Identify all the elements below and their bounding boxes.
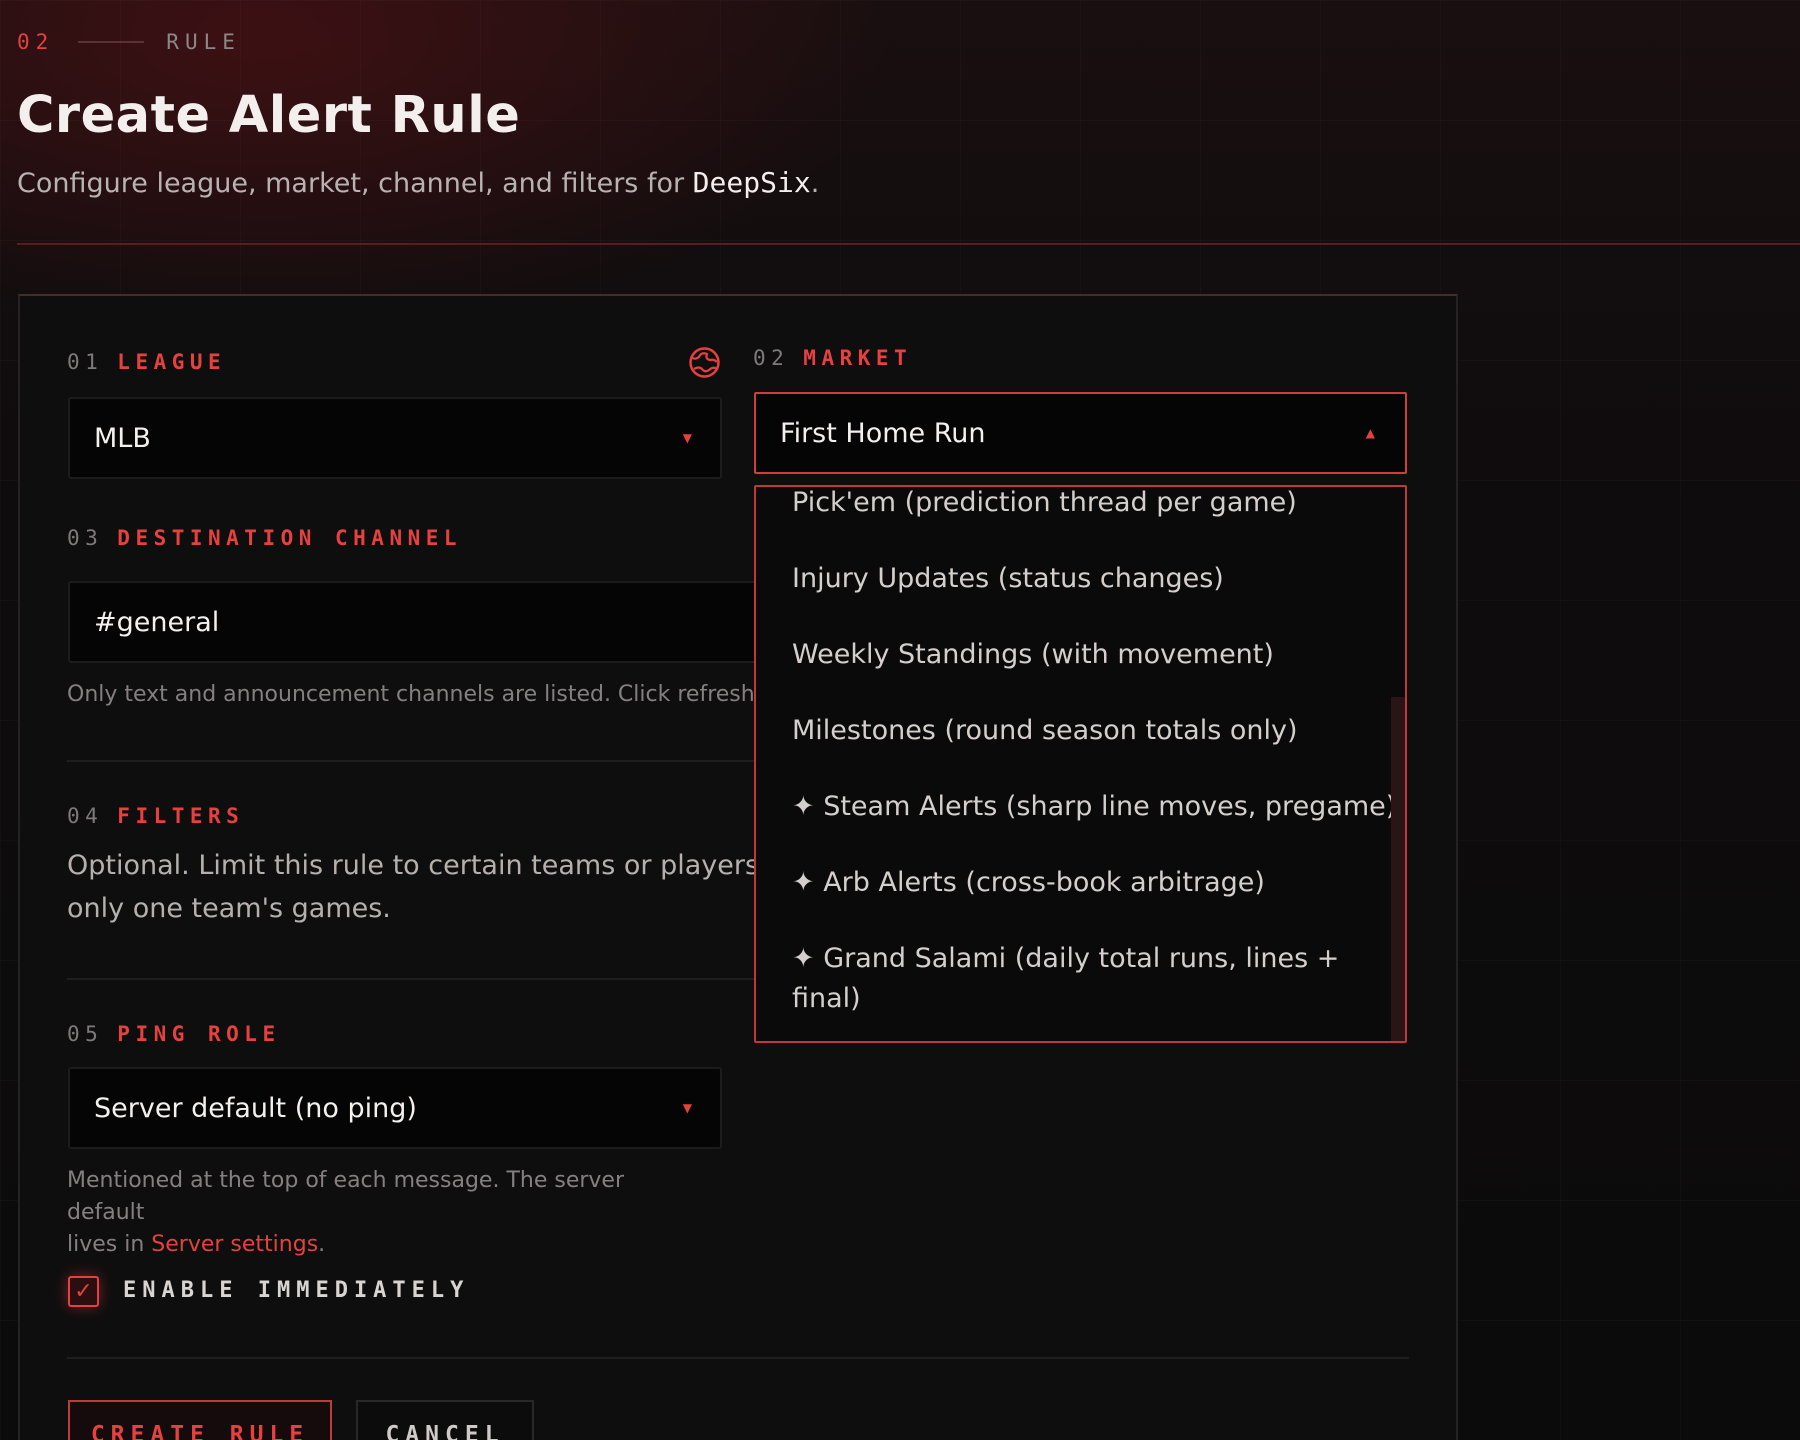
market-select[interactable]: First Home Run ▲: [754, 392, 1407, 474]
filters-label: FILTERS: [117, 804, 245, 828]
caret-down-icon: ▼: [682, 1101, 692, 1115]
ping-role-help-prefix: lives in: [67, 1232, 152, 1257]
brand-name: DeepSix: [692, 166, 811, 199]
market-option-line1: ✦ Grand Salami (daily total runs, lines …: [792, 943, 1340, 974]
filters-section-label: 04 FILTERS: [67, 804, 244, 828]
channel-help-text: Only text and announcement channels are …: [67, 682, 767, 707]
ping-role-section-label: 05 PING ROLE: [67, 1022, 281, 1046]
league-number: 01: [67, 350, 104, 374]
league-select[interactable]: MLB ▼: [68, 397, 722, 479]
actions-divider: [67, 1357, 1409, 1359]
channel-number: 03: [67, 526, 104, 550]
market-section-label: 02 MARKET: [753, 346, 912, 370]
market-option-line2: final): [792, 983, 861, 1014]
filters-description: Optional. Limit this rule to certain tea…: [67, 844, 787, 930]
step-label: RULE: [166, 30, 241, 54]
subtitle-suffix: .: [810, 168, 820, 199]
market-option[interactable]: ✦ Arb Alerts (cross-book arbitrage): [792, 863, 1265, 903]
market-option[interactable]: ✦ Grand Salami (daily total runs, lines …: [792, 939, 1339, 1019]
ping-role-help-suffix: .: [318, 1232, 326, 1257]
page-title: Create Alert Rule: [17, 86, 521, 145]
enable-immediately-label: ENABLE IMMEDIATELY: [123, 1278, 470, 1303]
market-value: First Home Run: [780, 417, 986, 449]
market-option[interactable]: ✦ Steam Alerts (sharp line moves, pregam…: [792, 787, 1396, 827]
market-option[interactable]: Injury Updates (status changes): [792, 559, 1224, 599]
filters-number: 04: [67, 804, 104, 828]
eyebrow-divider: [78, 41, 145, 43]
step-number: 02: [17, 30, 55, 54]
section-divider: [67, 978, 757, 980]
ping-role-select[interactable]: Server default (no ping) ▼: [68, 1067, 722, 1149]
league-value: MLB: [94, 422, 151, 454]
league-section-label: 01 LEAGUE: [67, 350, 226, 374]
market-label: MARKET: [803, 346, 913, 370]
filters-desc-line1: Optional. Limit this rule to certain tea…: [67, 850, 757, 881]
section-divider: [67, 760, 757, 762]
subtitle-text: Configure league, market, channel, and f…: [17, 168, 693, 199]
channel-value: #general: [94, 606, 220, 638]
market-option[interactable]: Milestones (round season totals only): [792, 711, 1298, 751]
page-subtitle: Configure league, market, channel, and f…: [17, 166, 819, 199]
channel-select[interactable]: #general: [68, 581, 788, 663]
server-settings-link[interactable]: Server settings: [151, 1232, 318, 1257]
caret-up-icon: ▲: [1365, 426, 1375, 440]
globe-icon[interactable]: [688, 346, 721, 379]
create-rule-button[interactable]: CREATE RULE: [68, 1400, 332, 1440]
caret-down-icon: ▼: [682, 431, 692, 445]
market-dropdown-menu: Pick'em (prediction thread per game) Inj…: [754, 485, 1407, 1043]
ping-role-help-line2: lives in Server settings.: [67, 1229, 707, 1261]
ping-role-help: Mentioned at the top of each message. Th…: [67, 1165, 707, 1261]
enable-immediately-checkbox[interactable]: ✓: [68, 1276, 99, 1307]
channel-section-label: 03 DESTINATION CHANNEL: [67, 526, 462, 550]
ping-role-number: 05: [67, 1022, 104, 1046]
step-eyebrow: 02 RULE: [17, 30, 241, 54]
filters-desc-line2: only one team's games.: [67, 893, 391, 924]
market-number: 02: [753, 346, 790, 370]
ping-role-label: PING ROLE: [117, 1022, 281, 1046]
ping-role-value: Server default (no ping): [94, 1092, 417, 1124]
check-icon: ✓: [74, 1279, 93, 1304]
dropdown-scrollbar[interactable]: [1391, 697, 1405, 1041]
market-option[interactable]: Weekly Standings (with movement): [792, 635, 1274, 675]
header-divider: [17, 243, 1800, 245]
ping-role-help-line1: Mentioned at the top of each message. Th…: [67, 1168, 624, 1225]
channel-label: DESTINATION CHANNEL: [117, 526, 463, 550]
cancel-button[interactable]: CANCEL: [356, 1400, 534, 1440]
league-label: LEAGUE: [117, 350, 227, 374]
market-option[interactable]: Pick'em (prediction thread per game): [792, 487, 1297, 523]
